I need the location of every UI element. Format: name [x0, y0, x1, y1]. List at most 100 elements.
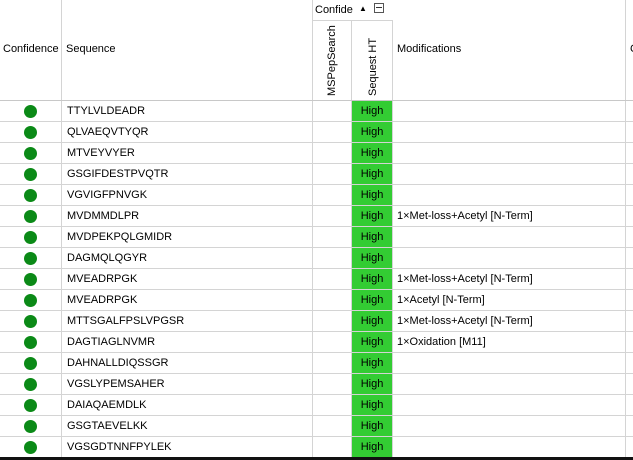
table-row[interactable]: MVEADRPGK High 1×Met-loss+Acetyl [N-Term]: [0, 269, 633, 290]
modifications-cell[interactable]: [393, 185, 626, 205]
table-row[interactable]: DAHNALLDIQSSGR High: [0, 353, 633, 374]
mspepsearch-cell[interactable]: [313, 416, 352, 436]
next-cell[interactable]: [626, 164, 633, 184]
column-header-confidence[interactable]: Confidence: [0, 0, 62, 100]
next-cell[interactable]: [626, 185, 633, 205]
next-cell[interactable]: [626, 374, 633, 394]
next-cell[interactable]: [626, 332, 633, 352]
sequestht-cell[interactable]: High: [352, 395, 393, 415]
modifications-cell[interactable]: 1×Met-loss+Acetyl [N-Term]: [393, 206, 626, 226]
mspepsearch-cell[interactable]: [313, 290, 352, 310]
modifications-cell[interactable]: [393, 374, 626, 394]
table-row[interactable]: TTYLVLDEADR High: [0, 101, 633, 122]
modifications-cell[interactable]: [393, 143, 626, 163]
next-cell[interactable]: [626, 353, 633, 373]
table-row[interactable]: GSGIFDESTPVQTR High: [0, 164, 633, 185]
modifications-cell[interactable]: [393, 164, 626, 184]
table-row[interactable]: VGSGDTNNFPYLEK High: [0, 437, 633, 458]
table-row[interactable]: DAGMQLQGYR High: [0, 248, 633, 269]
sequence-cell[interactable]: DAGTIAGLNVMR: [62, 332, 313, 352]
mspepsearch-cell[interactable]: [313, 311, 352, 331]
next-cell[interactable]: [626, 248, 633, 268]
sequestht-cell[interactable]: High: [352, 185, 393, 205]
table-row[interactable]: MTVEYVYER High: [0, 143, 633, 164]
modifications-cell[interactable]: [393, 395, 626, 415]
next-cell[interactable]: [626, 290, 633, 310]
table-row[interactable]: VGSLYPEMSAHER High: [0, 374, 633, 395]
sort-up-icon[interactable]: ▲: [359, 4, 367, 13]
column-header-sequestht[interactable]: Sequest HT: [352, 21, 393, 100]
mspepsearch-cell[interactable]: [313, 101, 352, 121]
mspepsearch-cell[interactable]: [313, 248, 352, 268]
modifications-cell[interactable]: 1×Acetyl [N-Term]: [393, 290, 626, 310]
sequence-cell[interactable]: MVDPEKPQLGMIDR: [62, 227, 313, 247]
sequence-cell[interactable]: TTYLVLDEADR: [62, 101, 313, 121]
sequence-cell[interactable]: VGVIGFPNVGK: [62, 185, 313, 205]
sequestht-cell[interactable]: High: [352, 437, 393, 457]
sequence-cell[interactable]: QLVAEQVTYQR: [62, 122, 313, 142]
sequestht-cell[interactable]: High: [352, 101, 393, 121]
sequestht-cell[interactable]: High: [352, 269, 393, 289]
mspepsearch-cell[interactable]: [313, 143, 352, 163]
mspepsearch-cell[interactable]: [313, 122, 352, 142]
sequence-cell[interactable]: GSGTAEVELKK: [62, 416, 313, 436]
next-cell[interactable]: [626, 206, 633, 226]
mspepsearch-cell[interactable]: [313, 374, 352, 394]
table-row[interactable]: MVDMMDLPR High 1×Met-loss+Acetyl [N-Term]: [0, 206, 633, 227]
mspepsearch-cell[interactable]: [313, 164, 352, 184]
modifications-cell[interactable]: [393, 101, 626, 121]
sequence-cell[interactable]: MVEADRPGK: [62, 290, 313, 310]
sequestht-cell[interactable]: High: [352, 164, 393, 184]
sequence-cell[interactable]: GSGIFDESTPVQTR: [62, 164, 313, 184]
mspepsearch-cell[interactable]: [313, 332, 352, 352]
table-row[interactable]: QLVAEQVTYQR High: [0, 122, 633, 143]
next-cell[interactable]: [626, 122, 633, 142]
table-row[interactable]: MTTSGALFPSLVPGSR High 1×Met-loss+Acetyl [N…: [0, 311, 633, 332]
mspepsearch-cell[interactable]: [313, 395, 352, 415]
modifications-cell[interactable]: [393, 437, 626, 457]
next-cell[interactable]: [626, 143, 633, 163]
table-row[interactable]: DAGTIAGLNVMR High 1×Oxidation [M11]: [0, 332, 633, 353]
mspepsearch-cell[interactable]: [313, 437, 352, 457]
next-cell[interactable]: [626, 227, 633, 247]
sequence-cell[interactable]: MTTSGALFPSLVPGSR: [62, 311, 313, 331]
sequestht-cell[interactable]: High: [352, 290, 393, 310]
modifications-cell[interactable]: [393, 122, 626, 142]
table-row[interactable]: GSGTAEVELKK High: [0, 416, 633, 437]
modifications-cell[interactable]: [393, 227, 626, 247]
sequestht-cell[interactable]: High: [352, 416, 393, 436]
sequence-cell[interactable]: MVDMMDLPR: [62, 206, 313, 226]
next-cell[interactable]: [626, 101, 633, 121]
next-cell[interactable]: [626, 311, 633, 331]
group-header-label[interactable]: Confide: [315, 4, 355, 16]
modifications-cell[interactable]: 1×Met-loss+Acetyl [N-Term]: [393, 311, 626, 331]
next-cell[interactable]: [626, 437, 633, 457]
sequestht-cell[interactable]: High: [352, 374, 393, 394]
sequence-cell[interactable]: MTVEYVYER: [62, 143, 313, 163]
mspepsearch-cell[interactable]: [313, 185, 352, 205]
sequestht-cell[interactable]: High: [352, 227, 393, 247]
sequestht-cell[interactable]: High: [352, 353, 393, 373]
next-cell[interactable]: [626, 269, 633, 289]
modifications-cell[interactable]: [393, 353, 626, 373]
sequestht-cell[interactable]: High: [352, 206, 393, 226]
mspepsearch-cell[interactable]: [313, 353, 352, 373]
sequence-cell[interactable]: VGSGDTNNFPYLEK: [62, 437, 313, 457]
sequestht-cell[interactable]: High: [352, 311, 393, 331]
column-header-mspepsearch[interactable]: MSPepSearch: [313, 21, 352, 100]
sequence-cell[interactable]: DAHNALLDIQSSGR: [62, 353, 313, 373]
modifications-cell[interactable]: 1×Met-loss+Acetyl [N-Term]: [393, 269, 626, 289]
sequestht-cell[interactable]: High: [352, 332, 393, 352]
modifications-cell[interactable]: [393, 416, 626, 436]
mspepsearch-cell[interactable]: [313, 206, 352, 226]
table-row[interactable]: VGVIGFPNVGK High: [0, 185, 633, 206]
mspepsearch-cell[interactable]: [313, 269, 352, 289]
sequestht-cell[interactable]: High: [352, 248, 393, 268]
sequence-cell[interactable]: VGSLYPEMSAHER: [62, 374, 313, 394]
mspepsearch-cell[interactable]: [313, 227, 352, 247]
sequestht-cell[interactable]: High: [352, 143, 393, 163]
sequestht-cell[interactable]: High: [352, 122, 393, 142]
column-header-next[interactable]: C: [626, 0, 633, 100]
next-cell[interactable]: [626, 395, 633, 415]
column-header-sequence[interactable]: Sequence: [62, 0, 313, 100]
